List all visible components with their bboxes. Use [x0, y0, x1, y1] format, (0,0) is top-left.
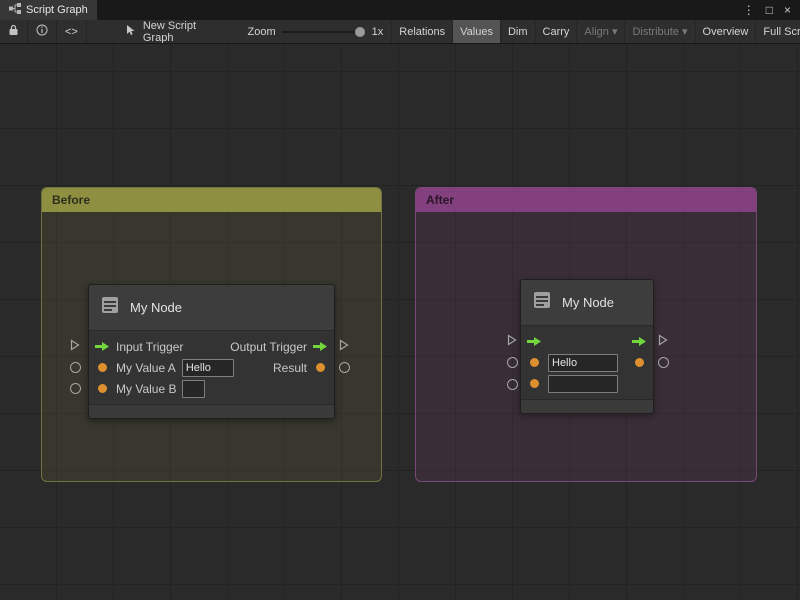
external-value-port-icon[interactable] [507, 357, 518, 368]
lock-button[interactable] [0, 20, 28, 43]
node-header[interactable]: My Node [89, 285, 334, 331]
group-after-header[interactable]: After [416, 188, 756, 212]
output-trigger-label: Output Trigger [230, 340, 307, 354]
node-icon [98, 293, 122, 322]
overview-button[interactable]: Overview [695, 20, 756, 43]
value-a-row: My Value A Result [89, 357, 334, 378]
external-value-port-icon[interactable] [658, 357, 669, 368]
pointer-icon [125, 24, 137, 39]
output-trigger-port-icon[interactable] [313, 341, 328, 353]
external-value-port-icon[interactable] [507, 379, 518, 390]
my-value-a-field[interactable] [548, 354, 618, 372]
align-dropdown[interactable]: Align ▾ [576, 20, 624, 43]
window-menu-icon[interactable]: ⋮ [743, 3, 755, 17]
node-icon [530, 288, 554, 317]
node-title: My Node [130, 300, 182, 315]
output-trigger-port-icon[interactable] [632, 336, 647, 348]
my-value-b-port-icon[interactable] [95, 383, 110, 395]
value-a-row [521, 352, 653, 373]
values-button[interactable]: Values [452, 20, 500, 43]
result-port-icon[interactable] [632, 357, 647, 369]
window-maximize-icon[interactable]: □ [766, 3, 773, 17]
result-port-icon[interactable] [313, 362, 328, 374]
code-view-button[interactable]: <> [57, 20, 87, 43]
script-graph-window: Script Graph ⋮ □ × <> New Script Graph Z… [0, 0, 800, 600]
tab-label: Script Graph [26, 4, 88, 16]
toolbar-buttons: Relations Values Dim Carry Align ▾ Distr… [391, 20, 800, 43]
info-icon [36, 24, 48, 39]
node-title: My Node [562, 295, 614, 310]
graph-title-group: New Script Graph [117, 20, 214, 43]
external-flow-port-icon[interactable] [658, 334, 668, 346]
trigger-row [521, 331, 653, 352]
group-before-header[interactable]: Before [42, 188, 381, 212]
my-value-b-port-icon[interactable] [527, 378, 542, 390]
graph-name: New Script Graph [143, 20, 206, 44]
zoom-slider[interactable] [282, 31, 366, 33]
window-controls: ⋮ □ × [743, 0, 800, 20]
trigger-row: Input Trigger Output Trigger [89, 336, 334, 357]
zoom-value: 1x [372, 26, 384, 38]
input-trigger-port-icon[interactable] [95, 341, 110, 353]
node-header[interactable]: My Node [521, 280, 653, 326]
external-flow-port-icon[interactable] [339, 339, 349, 351]
my-value-a-label: My Value A [116, 361, 176, 375]
external-flow-port-icon[interactable] [70, 339, 80, 351]
external-flow-port-icon[interactable] [507, 334, 517, 346]
my-value-a-port-icon[interactable] [95, 362, 110, 374]
external-value-port-icon[interactable] [70, 383, 81, 394]
graph-canvas[interactable]: Before After My Node Input Trigger [0, 44, 800, 600]
code-icon: <> [65, 26, 78, 38]
group-before-title: Before [52, 193, 90, 207]
input-trigger-port-icon[interactable] [527, 336, 542, 348]
node-my-node-after[interactable]: My Node [520, 279, 654, 414]
external-value-port-icon[interactable] [70, 362, 81, 373]
script-graph-icon [9, 3, 21, 17]
external-value-port-icon[interactable] [339, 362, 350, 373]
node-ports [521, 326, 653, 399]
value-b-row [521, 373, 653, 394]
lock-icon [8, 24, 19, 39]
zoom-slider-knob[interactable] [355, 27, 365, 37]
tab-bar-spacer [97, 0, 743, 20]
info-button[interactable] [28, 20, 57, 43]
distribute-dropdown[interactable]: Distribute ▾ [624, 20, 694, 43]
result-label: Result [273, 361, 307, 375]
window-close-icon[interactable]: × [784, 3, 791, 17]
my-value-b-field[interactable] [548, 375, 618, 393]
node-footer [521, 399, 653, 413]
my-value-a-field[interactable] [182, 359, 234, 377]
my-value-a-port-icon[interactable] [527, 357, 542, 369]
tab-script-graph[interactable]: Script Graph [0, 0, 97, 20]
input-trigger-label: Input Trigger [116, 340, 183, 354]
graph-toolbar: <> New Script Graph Zoom 1x Relations Va… [0, 20, 800, 44]
my-value-b-label: My Value B [116, 382, 176, 396]
dim-button[interactable]: Dim [500, 20, 535, 43]
zoom-control: Zoom 1x [240, 20, 392, 43]
my-value-b-field[interactable] [182, 380, 205, 398]
node-footer [89, 404, 334, 418]
zoom-label: Zoom [248, 26, 276, 38]
full-screen-button[interactable]: Full Screen [755, 20, 800, 43]
carry-button[interactable]: Carry [535, 20, 577, 43]
node-my-node-before[interactable]: My Node Input Trigger Output Trigger [88, 284, 335, 419]
relations-button[interactable]: Relations [391, 20, 452, 43]
tab-bar: Script Graph ⋮ □ × [0, 0, 800, 20]
value-b-row: My Value B [89, 378, 334, 399]
node-ports: Input Trigger Output Trigger My Value A … [89, 331, 334, 404]
group-after-title: After [426, 193, 454, 207]
